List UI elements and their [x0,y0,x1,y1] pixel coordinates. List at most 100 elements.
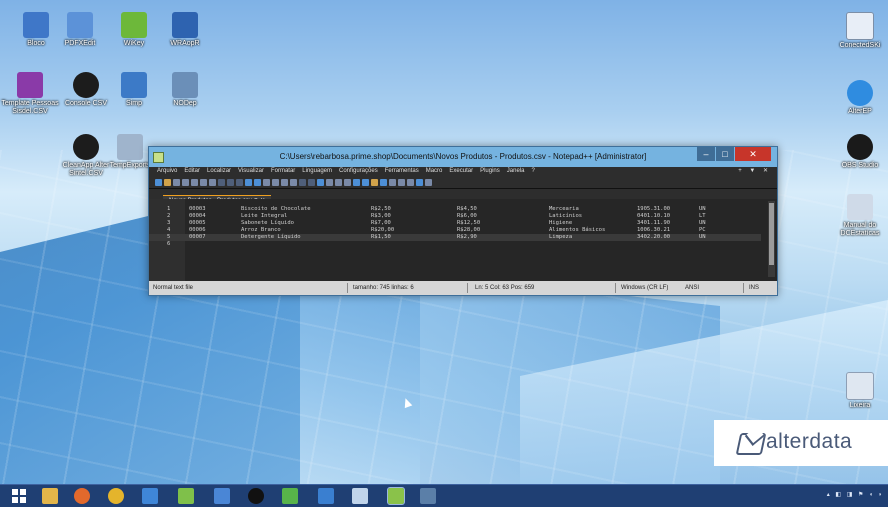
save-icon[interactable] [173,178,180,186]
indent-guide-icon[interactable] [335,178,342,186]
app-icon[interactable] [352,488,368,504]
sync-v-icon[interactable] [299,178,306,186]
text-line-current[interactable]: 5 00007 Detergente Líquido R$1,50 R$2,90… [149,234,761,241]
desktop-icon[interactable]: Template Pessoas Sisdel.CSV [0,72,60,116]
status-encoding: ANSI [685,285,700,291]
maximize-button[interactable]: □ [716,147,734,161]
menu-executar[interactable]: Executar [449,167,473,176]
alterdata-mark-icon [735,433,767,455]
status-eol: Windows (CR LF) [621,285,669,291]
copy-icon[interactable] [227,178,234,186]
app-icon[interactable] [318,488,334,504]
shortcut-icon [121,72,147,98]
sync-h-icon[interactable] [308,178,315,186]
menu-arquivo[interactable]: Arquivo [157,167,177,176]
system-tray[interactable]: ▴ ◧ ◨ ⚑ ◖ ◗ [827,491,884,498]
doc-map-icon[interactable] [353,178,360,186]
app-icon[interactable] [214,488,230,504]
save-macro-icon[interactable] [425,178,432,186]
folder-workspace-icon[interactable] [371,178,378,186]
chrome-icon[interactable] [108,488,124,504]
desktop-icon[interactable]: AlterEP [830,80,888,116]
text-line[interactable]: 6 [149,241,761,248]
file-icon [17,72,43,98]
stop-macro-icon[interactable] [398,178,405,186]
undo-icon[interactable] [245,178,252,186]
record-macro-icon[interactable] [389,178,396,186]
desktop-icon[interactable]: Manual do DCEstatícas [830,194,888,238]
open-file-icon[interactable] [164,178,171,186]
shortcut-icon [172,12,198,38]
status-separator [347,283,348,293]
menu-plugins[interactable]: Plugins [480,167,500,176]
folder-icon [117,134,143,160]
text-line[interactable]: 3 00005 Sabonete Líquido R$7,00 R$12,50 … [149,220,761,227]
cut-icon[interactable] [218,178,225,186]
desktop-icon[interactable]: PDFXEdit [50,12,110,48]
tab-strip: Novos Produtos - Produtos.csv ⊘ ✕ [149,189,777,206]
minimize-button[interactable]: – [697,147,715,161]
shortcut-icon [67,12,93,38]
file-explorer-icon[interactable] [42,488,58,504]
menu-editar[interactable]: Editar [184,167,200,176]
shortcut-icon [846,12,874,40]
menu-visualizar[interactable]: Visualizar [238,167,264,176]
lang-icon[interactable] [344,178,351,186]
status-length: tamanho: 745 linhas: 6 [353,285,414,291]
desktop-icon[interactable]: Lixeira [830,372,888,410]
menu-configuracoes[interactable]: Configurações [339,167,378,176]
text-line[interactable]: 4 00006 Arroz Branco R$20,00 R$28,00 Ali… [149,227,761,234]
replace-icon[interactable] [272,178,279,186]
play-macro-icon[interactable] [407,178,414,186]
save-all-icon[interactable] [182,178,189,186]
line-number: 1 [167,206,171,212]
close-button[interactable]: ✕ [735,147,771,161]
editor-area[interactable]: 1 00003 Biscoito de Chocolate R$2,50 R$4… [149,199,777,281]
status-position: Ln: 5 Col: 63 Pos: 659 [475,285,535,291]
firefox-icon[interactable] [74,488,90,504]
find-icon[interactable] [263,178,270,186]
status-separator [615,283,616,293]
text-line[interactable]: 1 00003 Biscoito de Chocolate R$2,50 R$4… [149,206,761,213]
menu-linguagem[interactable]: Linguagem [302,167,332,176]
menu-formatar[interactable]: Formatar [271,167,295,176]
function-list-icon[interactable] [362,178,369,186]
desktop-icon[interactable]: ConectedSKi [830,12,888,50]
app-icon[interactable] [282,488,298,504]
desktop-icon[interactable]: NODep [155,72,215,108]
show-all-chars-icon[interactable] [326,178,333,186]
desktop-icon[interactable]: WRAopR [155,12,215,48]
document-controls[interactable]: + ▼ ✕ [738,167,771,176]
app-icon[interactable] [142,488,158,504]
paste-icon[interactable] [236,178,243,186]
menu-help[interactable]: ? [531,167,534,176]
zoom-out-icon[interactable] [290,178,297,186]
text-line[interactable]: 2 00004 Leite Integral R$3,00 R$6,00 Lat… [149,213,761,220]
run-macro-icon[interactable] [416,178,423,186]
close-all-icon[interactable] [200,178,207,186]
menu-macro[interactable]: Macro [426,167,443,176]
app-icon[interactable] [178,488,194,504]
menu-janela[interactable]: Janela [507,167,525,176]
monitoring-icon[interactable] [380,178,387,186]
word-wrap-icon[interactable] [317,178,324,186]
status-separator [467,283,468,293]
redo-icon[interactable] [254,178,261,186]
close-file-icon[interactable] [191,178,198,186]
print-icon[interactable] [209,178,216,186]
notepadpp-taskbar-icon[interactable] [387,487,405,505]
vertical-scrollbar[interactable] [768,201,775,277]
new-file-icon[interactable] [155,178,162,186]
line-number: 2 [167,213,171,219]
obs-icon[interactable] [248,488,264,504]
menu-localizar[interactable]: Localizar [207,167,231,176]
title-bar[interactable]: C:\Users\rebarbosa.prime.shop\Documents\… [149,147,777,167]
menu-ferramentas[interactable]: Ferramentas [385,167,419,176]
notepadpp-window[interactable]: C:\Users\rebarbosa.prime.shop\Documents\… [148,146,778,296]
scrollbar-thumb[interactable] [769,203,774,265]
zoom-in-icon[interactable] [281,178,288,186]
shortcut-icon [847,194,873,220]
app-icon[interactable] [420,488,436,504]
desktop-icon[interactable]: OBS Studio [830,134,888,170]
start-button[interactable] [12,489,26,503]
